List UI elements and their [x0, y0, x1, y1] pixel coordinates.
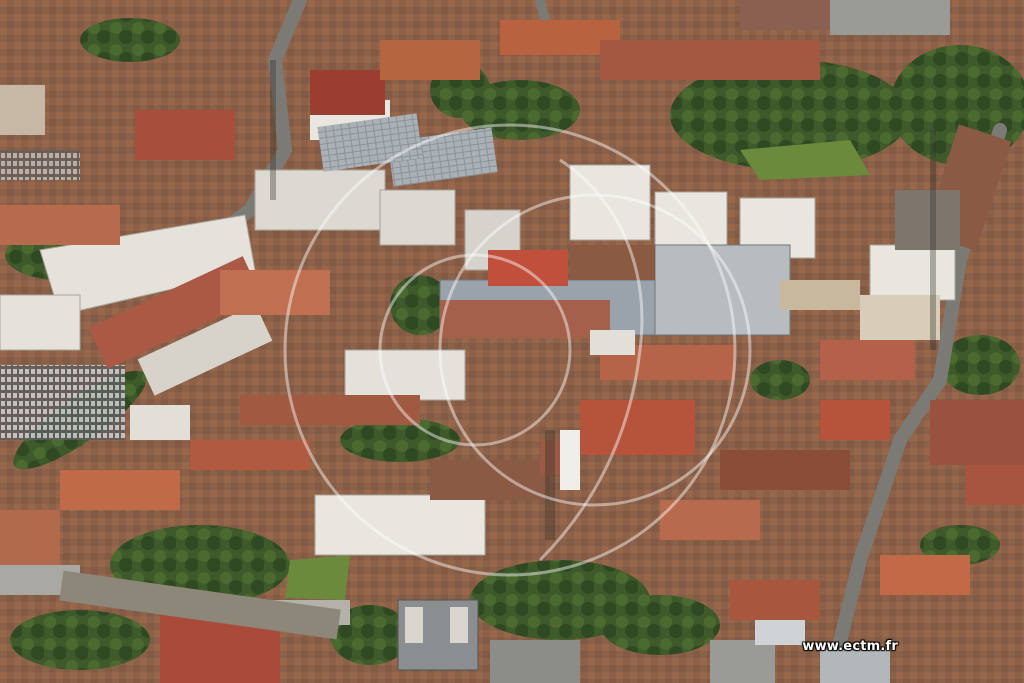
watermark-url: www.ectm.fr [802, 639, 898, 654]
aerial-scene [0, 0, 1024, 683]
sports-court [488, 250, 568, 286]
parking-lot [0, 365, 125, 440]
aerial-photo [0, 0, 1024, 683]
